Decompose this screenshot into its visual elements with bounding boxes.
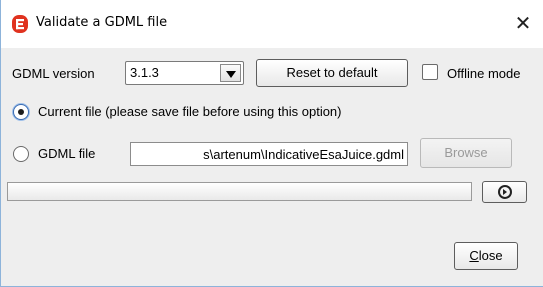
title-bar[interactable]: Validate a GDML file ✕ — [1, 0, 543, 48]
current-file-label: Current file (please save file before us… — [38, 104, 342, 119]
gdml-version-select[interactable]: 3.1.3 — [125, 61, 244, 85]
close-button[interactable]: Close — [454, 242, 518, 270]
close-button-mnemonic: C — [469, 248, 479, 263]
app-logo-icon — [12, 15, 28, 33]
window-close-icon[interactable]: ✕ — [509, 10, 537, 38]
gdml-file-radio[interactable] — [13, 146, 29, 162]
validation-progress-bar — [7, 182, 472, 201]
reset-to-default-button[interactable]: Reset to default — [256, 59, 408, 87]
gdml-file-label: GDML file — [38, 146, 96, 161]
offline-mode-checkbox[interactable] — [422, 64, 438, 80]
play-circle-icon — [498, 185, 512, 199]
gdml-file-path-input[interactable]: s\artenum\IndicativeEsaJuice.gdml — [130, 142, 408, 166]
offline-mode-label: Offline mode — [447, 66, 521, 81]
validate-gdml-dialog: Validate a GDML file ✕ GDML version 3.1.… — [0, 0, 543, 287]
close-button-label: lose — [478, 248, 503, 263]
gdml-file-path-value: s\artenum\IndicativeEsaJuice.gdml — [203, 147, 404, 162]
gdml-version-value: 3.1.3 — [130, 65, 159, 80]
run-validation-button[interactable] — [482, 181, 527, 203]
chevron-down-icon[interactable] — [220, 64, 241, 82]
gdml-version-label: GDML version — [12, 66, 95, 81]
browse-button[interactable]: Browse — [420, 138, 512, 168]
current-file-radio[interactable] — [13, 104, 29, 120]
window-title: Validate a GDML file — [36, 15, 168, 30]
